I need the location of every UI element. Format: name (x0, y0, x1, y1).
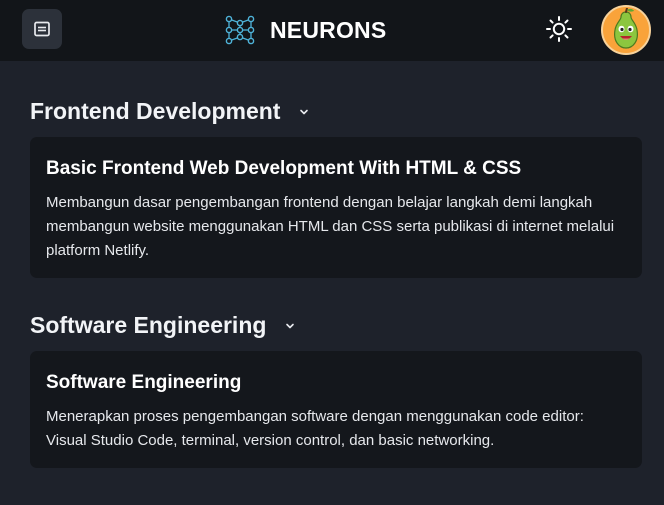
course-title: Software Engineering (46, 372, 242, 393)
top-navbar: NEURONS (0, 0, 664, 61)
chevron-down-icon (284, 320, 296, 332)
course-card[interactable]: Basic Frontend Web Development With HTML… (30, 137, 642, 278)
section-title: Frontend Development (30, 98, 281, 124)
brand[interactable]: NEURONS (223, 12, 386, 48)
menu-button[interactable] (22, 9, 62, 49)
chevron-down-icon (298, 106, 310, 118)
theme-toggle-button[interactable] (542, 12, 576, 46)
user-avatar[interactable] (601, 5, 651, 55)
section-header-software-engineering[interactable]: Software Engineering (30, 312, 296, 339)
section-header-frontend-development[interactable]: Frontend Development (30, 98, 310, 125)
sun-icon (546, 16, 572, 42)
pear-avatar-icon (614, 8, 638, 49)
course-card[interactable]: Software Engineering Menerapkan proses p… (30, 351, 642, 468)
app-title: NEURONS (270, 16, 387, 43)
course-title: Basic Frontend Web Development With HTML… (46, 158, 522, 179)
course-description: Membangun dasar pengembangan frontend de… (46, 194, 615, 259)
section-title: Software Engineering (30, 312, 267, 338)
neuron-network-icon (225, 15, 255, 45)
course-description: Menerapkan proses pengembangan software … (46, 408, 584, 449)
menu-icon (34, 21, 50, 37)
